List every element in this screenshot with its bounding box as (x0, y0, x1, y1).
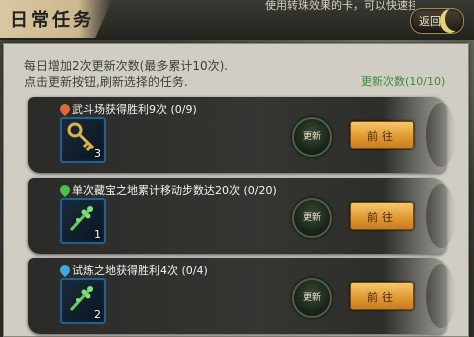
task-title: 武斗场获得胜利9次 (0/9) (72, 103, 197, 116)
go-label: 前往 (367, 291, 397, 304)
refresh-label: 更新 (302, 213, 321, 223)
refresh-label: 更新 (302, 132, 321, 142)
go-to-task-button[interactable]: 前往 (350, 202, 414, 230)
task-title: 试炼之地获得胜利4次 (0/4) (72, 264, 208, 277)
page-title: 日常任务 (10, 10, 94, 31)
reward-item-slot[interactable]: 2 (60, 278, 106, 324)
go-to-task-button[interactable]: 前往 (350, 121, 414, 149)
item-count: 3 (94, 147, 101, 160)
header-bar: 日常任务 使用转珠效果的卡，可以快速挂卡 返回 (0, 0, 474, 40)
daily-tasks-panel: 每日增加2次更新次数(最多累计10次). 点击更新按钮,刷新选择的任务. 更新次… (3, 43, 469, 337)
moon-icon (445, 7, 465, 31)
go-label: 前往 (367, 211, 397, 224)
back-label: 返回 (419, 15, 441, 28)
title-plate: 日常任务 (0, 0, 112, 38)
task-title: 单次藏宝之地累计移动步数达20次 (0/20) (72, 184, 277, 197)
refresh-task-button[interactable]: 更新 (292, 117, 332, 157)
info-line-1: 每日增加2次更新次数(最多累计10次). (24, 59, 229, 73)
reward-item-slot[interactable]: 1 (60, 198, 106, 244)
back-button[interactable]: 返回 (410, 8, 464, 34)
info-line-2: 点击更新按钮,刷新选择的任务. (24, 75, 188, 89)
location-pin-icon (57, 182, 73, 198)
location-pin-icon (57, 101, 73, 117)
reward-item-slot[interactable]: 3 (60, 117, 106, 163)
item-count: 1 (94, 228, 101, 241)
go-to-task-button[interactable]: 前往 (350, 282, 414, 310)
refresh-task-button[interactable]: 更新 (292, 278, 332, 318)
refresh-label: 更新 (302, 293, 321, 303)
location-pin-icon (57, 262, 73, 278)
scrolling-hint: 使用转珠效果的卡，可以快速挂卡 (265, 0, 415, 12)
task-card-1: 武斗场获得胜利9次 (0/9) 3 更新 前往 (28, 97, 456, 173)
go-label: 前往 (367, 130, 397, 143)
item-count: 2 (94, 308, 101, 321)
task-card-2: 单次藏宝之地累计移动步数达20次 (0/20) 1 更新 前往 (28, 178, 456, 254)
refresh-count-label: 更新次数(10/10) (361, 75, 446, 88)
refresh-task-button[interactable]: 更新 (292, 198, 332, 238)
task-card-3: 试炼之地获得胜利4次 (0/4) 2 更新 前往 (28, 258, 456, 334)
